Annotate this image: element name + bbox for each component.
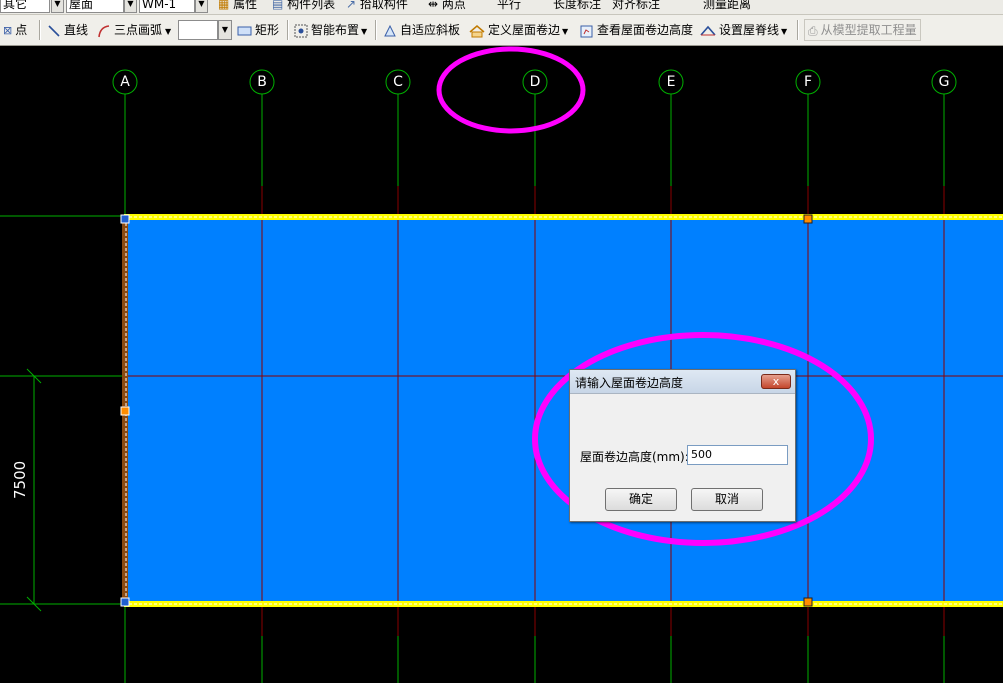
ok-button[interactable]: 确定	[605, 488, 677, 511]
draw-toolbar: ⊠ 点 直线 三点画弧 ▼ ▼ 矩形 智能布置 ▼ 自适应斜板 定义屋面卷边 ▼ 查看屋…	[0, 15, 1003, 46]
highlight-ellipse-toolbar	[436, 46, 586, 134]
component-type-dropdown-icon[interactable]: ▼	[124, 0, 137, 13]
view-height-icon	[580, 25, 593, 37]
smart-layout-icon	[294, 24, 308, 37]
measure-distance-button[interactable]: 测量距离	[703, 0, 751, 13]
smart-layout-button[interactable]: 智能布置 ▼	[294, 21, 367, 39]
ridge-icon	[700, 25, 716, 36]
toolbar-separator	[39, 20, 41, 40]
view-roof-edge-height-button[interactable]: 查看屋面卷边高度	[580, 21, 693, 39]
dimension-text: 7500	[11, 460, 29, 499]
toolbar-separator	[797, 20, 799, 40]
arc-option-combo[interactable]	[178, 20, 218, 40]
axis-label-f: F	[803, 74, 813, 90]
top-toolbar: 其它 ▼ 屋面 ▼ WM-1 ▼ ▦ 属性 ▤ 构件列表 ↗ 拾取构件 ⇹ 两点…	[0, 0, 1003, 15]
axis-label-b: B	[257, 74, 267, 90]
component-type-combo[interactable]: 屋面	[66, 0, 124, 13]
component-list-button[interactable]: ▤ 构件列表	[272, 0, 335, 13]
arc-icon	[98, 24, 110, 37]
close-icon[interactable]: x	[761, 374, 791, 389]
roof-edge-height-dialog: 请输入屋面卷边高度 x 屋面卷边高度(mm): 500 确定 取消	[569, 369, 796, 522]
axis-label-a: A	[120, 74, 130, 90]
roof-slab[interactable]	[126, 220, 1003, 603]
rectangle-icon	[237, 26, 252, 35]
roof-edge-height-label: 屋面卷边高度(mm):	[580, 450, 689, 464]
two-point-button[interactable]: ⇹ 两点	[428, 0, 466, 13]
properties-button[interactable]: ▦ 属性	[218, 0, 257, 13]
dialog-title-bar[interactable]: 请输入屋面卷边高度 x	[570, 370, 795, 394]
cad-grid-drawing[interactable]	[0, 46, 1003, 683]
drawing-canvas[interactable]: A B C D E F G 7500	[0, 46, 1003, 683]
axis-label-g: G	[938, 74, 950, 90]
floor-type-combo[interactable]: 其它	[0, 0, 50, 13]
slope-icon	[384, 24, 396, 36]
arc-dropdown-icon[interactable]: ▼	[165, 27, 171, 36]
adaptive-slope-button[interactable]: 自适应斜板	[383, 21, 460, 39]
dialog-title: 请输入屋面卷边高度	[575, 376, 684, 390]
line-icon	[48, 24, 60, 37]
align-dimension-button[interactable]: 对齐标注	[612, 0, 660, 13]
roof-edge-height-input[interactable]: 500	[687, 445, 788, 465]
define-roof-edge-dropdown-icon[interactable]: ▼	[562, 27, 568, 36]
floor-type-dropdown-icon[interactable]: ▼	[51, 0, 64, 13]
line-button[interactable]: 直线	[47, 21, 88, 39]
component-name-dropdown-icon[interactable]: ▼	[195, 0, 208, 13]
extract-icon: ⎙	[808, 23, 818, 38]
axis-label-c: C	[393, 74, 403, 90]
three-point-arc-button[interactable]: 三点画弧 ▼	[97, 21, 171, 39]
define-roof-edge-button[interactable]: 定义屋面卷边 ▼	[469, 21, 568, 39]
set-ridge-line-button[interactable]: 设置屋脊线 ▼	[700, 21, 787, 39]
extract-quantity-button[interactable]: ⎙ 从模型提取工程量	[804, 19, 921, 41]
set-ridge-dropdown-icon[interactable]: ▼	[781, 27, 787, 36]
parallel-button[interactable]: 平行	[497, 0, 521, 13]
smart-layout-dropdown-icon[interactable]: ▼	[361, 27, 367, 36]
axis-label-d: D	[529, 74, 541, 90]
pick-component-button[interactable]: ↗ 拾取构件	[346, 0, 408, 13]
cancel-button[interactable]: 取消	[691, 488, 763, 511]
axis-label-e: E	[666, 74, 676, 90]
toolbar-separator	[375, 20, 377, 40]
point-icon: ⊠	[3, 23, 13, 37]
point-button[interactable]: ⊠ 点	[3, 21, 27, 39]
rectangle-button[interactable]: 矩形	[237, 21, 279, 39]
length-dimension-button[interactable]: 长度标注	[553, 0, 601, 13]
arc-option-dropdown-icon[interactable]: ▼	[218, 20, 232, 40]
toolbar-separator	[287, 20, 289, 40]
roof-edge-icon	[469, 24, 485, 37]
component-name-combo[interactable]: WM-1	[139, 0, 195, 13]
